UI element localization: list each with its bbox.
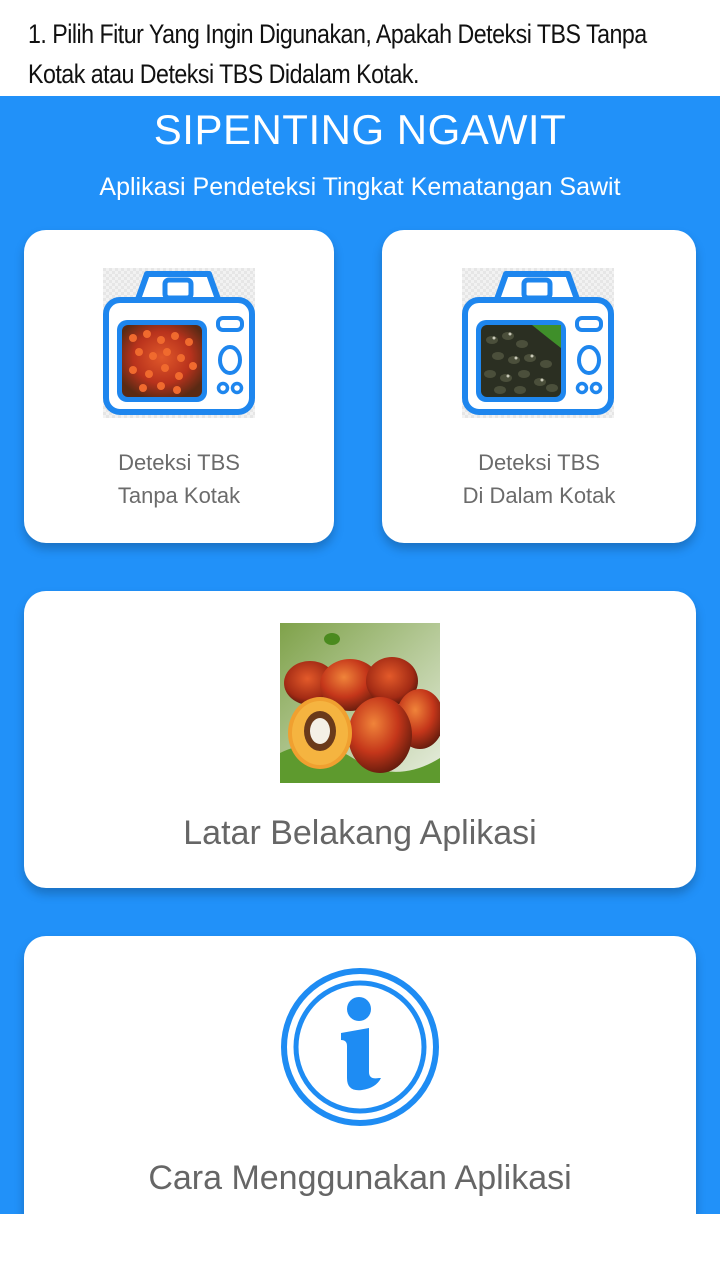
detect-without-box-button[interactable]: Deteksi TBS Tanpa Kotak xyxy=(24,230,334,543)
app-title: SIPENTING NGAWIT xyxy=(153,106,567,153)
app-subtitle: Aplikasi Pendeteksi Tingkat Kematangan S… xyxy=(99,173,621,201)
palm-fruit-image xyxy=(280,623,440,783)
background-info-label: Latar Belakang Aplikasi xyxy=(183,814,537,852)
camera-icon xyxy=(103,268,255,418)
detect-without-box-label: Deteksi TBS Tanpa Kotak xyxy=(117,450,241,508)
instruction-line-2: Kotak atau Deteksi TBS Didalam Kotak. xyxy=(28,59,419,89)
app-screen: SIPENTING NGAWIT Aplikasi Pendeteksi Tin… xyxy=(0,96,720,1214)
camera-icon xyxy=(462,268,614,418)
how-to-use-button[interactable]: Cara Menggunakan Aplikasi xyxy=(24,936,696,1214)
info-icon xyxy=(281,968,439,1126)
how-to-use-label: Cara Menggunakan Aplikasi xyxy=(148,1159,572,1197)
background-info-button[interactable]: Latar Belakang Aplikasi xyxy=(24,591,696,888)
instruction-text: 1. Pilih Fitur Yang Ingin Digunakan, Apa… xyxy=(28,14,716,94)
detect-in-box-label: Deteksi TBS Di Dalam Kotak xyxy=(462,450,616,508)
detect-in-box-button[interactable]: Deteksi TBS Di Dalam Kotak xyxy=(382,230,696,543)
instruction-line-1: 1. Pilih Fitur Yang Ingin Digunakan, Apa… xyxy=(28,19,647,49)
